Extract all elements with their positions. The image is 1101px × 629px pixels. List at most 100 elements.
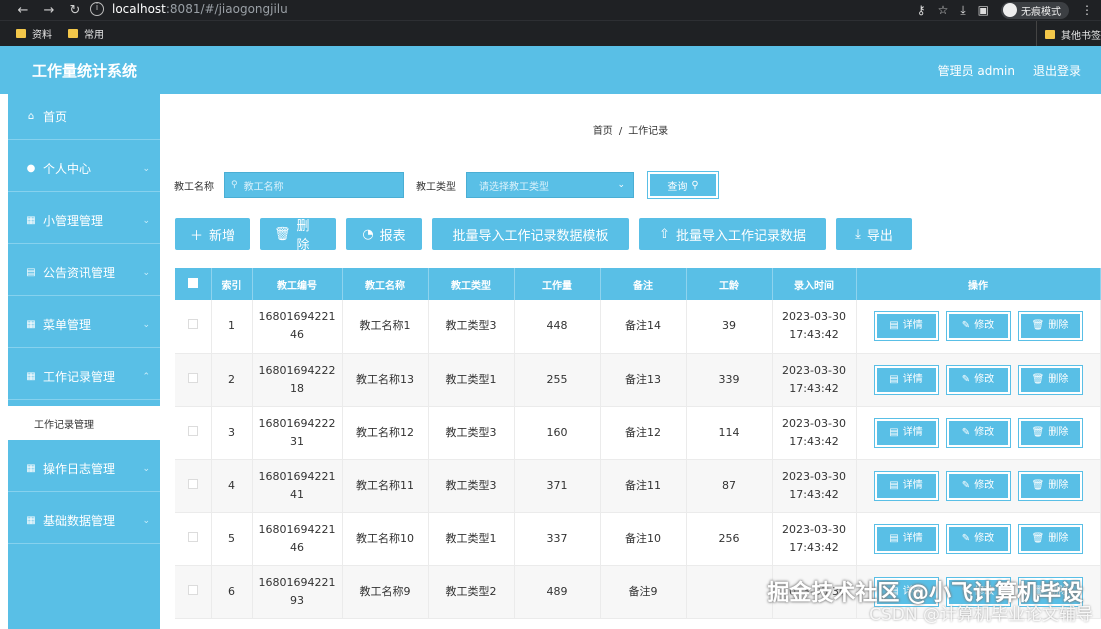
breadcrumb-home[interactable]: 首页 xyxy=(593,126,613,137)
folder-icon xyxy=(68,29,78,38)
edit-button[interactable]: ✎ 修改 xyxy=(945,417,1011,448)
bookmark-label: 常用 xyxy=(84,30,104,41)
select-all-checkbox[interactable] xyxy=(175,268,212,300)
edit-button[interactable]: ✎ 修改 xyxy=(945,523,1011,554)
document-icon: ▤ xyxy=(889,479,899,491)
chevron-up-icon: ⌃ xyxy=(142,371,150,382)
row-delete-button[interactable]: 🗑 删除 xyxy=(1017,364,1083,395)
delete-label: 删除 xyxy=(296,219,310,253)
sidebar-item-admin[interactable]: ▦ 小管理管理 ⌄ xyxy=(8,198,160,244)
row-delete-button[interactable]: 🗑 删除 xyxy=(1017,523,1083,554)
report-button[interactable]: ◔ 报表 xyxy=(346,218,422,250)
type-filter-placeholder: 请选择教工类型 xyxy=(479,181,549,193)
download-icon[interactable]: ⤓ xyxy=(960,3,965,18)
grid-icon: ▦ xyxy=(26,515,36,526)
detail-button[interactable]: ▤ 详情 xyxy=(873,364,939,395)
row-checkbox[interactable] xyxy=(175,300,212,354)
edit-button[interactable]: ✎ 修改 xyxy=(945,470,1011,501)
table-row: 1 16801694221 46 教工名称1 教工类型3 448 备注14 39 … xyxy=(175,300,1101,354)
sidebar-item-label: 操作日志管理 xyxy=(43,462,116,476)
cell-staff-type: 教工类型3 xyxy=(428,459,515,513)
pencil-icon: ✎ xyxy=(961,426,971,438)
star-icon[interactable]: ☆ xyxy=(938,3,949,17)
sidebar-item-profile[interactable]: ● 个人中心 ⌄ xyxy=(8,146,160,192)
row-checkbox[interactable] xyxy=(175,353,212,407)
sidebar-item-menu[interactable]: ▦ 菜单管理 ⌄ xyxy=(8,302,160,348)
import-template-button[interactable]: 批量导入工作记录数据模板 xyxy=(432,218,629,250)
table-row: 2 16801694222 18 教工名称13 教工类型1 255 备注13 33… xyxy=(175,353,1101,407)
forward-icon[interactable]: → xyxy=(36,3,62,18)
cell-staff-type: 教工类型2 xyxy=(428,565,515,619)
info-icon[interactable]: i xyxy=(90,2,104,16)
document-icon: ▤ xyxy=(889,426,899,438)
detail-button[interactable]: ▤ 详情 xyxy=(873,311,939,342)
name-filter-label: 教工名称 xyxy=(174,181,214,193)
query-button[interactable]: 查询 ⚲ xyxy=(647,171,719,199)
add-label: 新增 xyxy=(209,228,236,244)
cell-staff-no: 16801694221 93 xyxy=(252,565,343,619)
cell-staff-type: 教工类型1 xyxy=(428,512,515,566)
cell-staff-no: 16801694221 46 xyxy=(252,512,343,566)
cell-note: 备注10 xyxy=(600,512,687,566)
name-filter-input[interactable]: ⚲ 教工名称 xyxy=(224,172,404,198)
row-delete-button[interactable]: 🗑 删除 xyxy=(1017,311,1083,342)
row-delete-button[interactable]: 🗑 删除 xyxy=(1017,470,1083,501)
cell-index: 1 xyxy=(211,300,253,354)
export-button[interactable]: ⤓ 导出 xyxy=(836,218,912,250)
cell-workload: 255 xyxy=(514,353,601,407)
sidebar-item-home[interactable]: ⌂ 首页 xyxy=(8,94,160,140)
table-row: 5 16801694221 46 教工名称10 教工类型1 337 备注10 25… xyxy=(175,512,1101,566)
incognito-badge[interactable]: 无痕模式 xyxy=(1001,1,1069,19)
sidebar-item-oplog[interactable]: ▦ 操作日志管理 ⌄ xyxy=(8,446,160,492)
cell-created-time: 2023-03-30 17:43:42 xyxy=(772,512,857,566)
row-checkbox[interactable] xyxy=(175,406,212,460)
sidebar-item-notice[interactable]: ▤ 公告资讯管理 ⌄ xyxy=(8,250,160,296)
cell-staff-name: 教工名称10 xyxy=(342,512,429,566)
detail-button[interactable]: ▤ 详情 xyxy=(873,523,939,554)
sidebar-item-label: 个人中心 xyxy=(43,162,92,176)
bookmark-folder[interactable]: 常用 xyxy=(68,26,104,41)
back-icon[interactable]: ← xyxy=(10,3,36,18)
sidebar-item-basedata[interactable]: ▦ 基础数据管理 ⌄ xyxy=(8,498,160,544)
upload-icon: ⇧ xyxy=(659,226,670,242)
cell-index: 3 xyxy=(211,406,253,460)
sidepanel-icon[interactable]: ▣ xyxy=(978,3,989,17)
search-icon: ⚲ xyxy=(231,180,238,190)
row-checkbox[interactable] xyxy=(175,565,212,619)
reload-icon[interactable]: ↻ xyxy=(62,3,88,18)
import-data-button[interactable]: ⇧ 批量导入工作记录数据 xyxy=(639,218,826,250)
other-bookmarks[interactable]: 其他书签 xyxy=(1036,21,1101,47)
pencil-icon: ✎ xyxy=(961,532,971,544)
detail-button[interactable]: ▤ 详情 xyxy=(873,417,939,448)
user-name: 管理员 admin xyxy=(937,63,1015,78)
add-button[interactable]: ＋ 新增 xyxy=(175,218,250,250)
type-filter-select[interactable]: 请选择教工类型 ⌄ xyxy=(466,172,634,198)
delete-button[interactable]: 🗑 删除 xyxy=(260,218,336,253)
cell-index: 2 xyxy=(211,353,253,407)
sidebar-item-work-record[interactable]: ▦ 工作记录管理 ⌃ xyxy=(8,354,160,400)
table-row: 4 16801694221 41 教工名称11 教工类型3 371 备注11 87… xyxy=(175,459,1101,513)
sidebar-item-label: 公告资讯管理 xyxy=(43,266,116,280)
row-checkbox[interactable] xyxy=(175,459,212,513)
column-header: 录入时间 xyxy=(772,268,857,300)
cell-seniority: 256 xyxy=(686,512,773,566)
cell-note: 备注11 xyxy=(600,459,687,513)
grid-icon: ▦ xyxy=(26,463,36,474)
search-icon: ⚲ xyxy=(691,179,699,191)
row-delete-button[interactable]: 🗑 删除 xyxy=(1017,417,1083,448)
logout-link[interactable]: 退出登录 xyxy=(1033,62,1081,79)
bookmark-folder[interactable]: 资料 xyxy=(16,26,52,41)
menu-dots-icon[interactable]: ⋮ xyxy=(1081,3,1093,17)
row-checkbox[interactable] xyxy=(175,512,212,566)
search-bar: 教工名称 ⚲ 教工名称 教工类型 请选择教工类型 ⌄ 查询 ⚲ xyxy=(174,171,719,199)
app-header: 工作量统计系统 管理员 admin 退出登录 xyxy=(0,46,1101,94)
edit-button[interactable]: ✎ 修改 xyxy=(945,364,1011,395)
cell-note: 备注12 xyxy=(600,406,687,460)
detail-button[interactable]: ▤ 详情 xyxy=(873,470,939,501)
edit-button[interactable]: ✎ 修改 xyxy=(945,311,1011,342)
address-bar[interactable]: i localhost:8081/#/jiaogongjilu xyxy=(90,0,910,18)
key-icon[interactable]: ⚷ xyxy=(917,3,926,17)
sidebar-subitem-work-record[interactable]: 工作记录管理 xyxy=(8,406,160,440)
url-path: :8081/#/jiaogongjilu xyxy=(165,2,288,16)
sidebar-item-label: 首页 xyxy=(43,110,68,124)
